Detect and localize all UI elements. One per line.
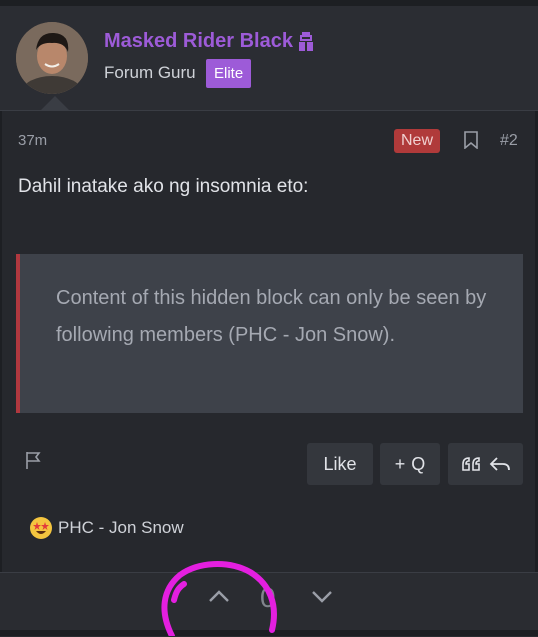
reply-icon bbox=[489, 457, 510, 471]
reaction-summary[interactable]: PHC - Jon Snow bbox=[30, 517, 184, 539]
downvote-chevron-down-icon[interactable] bbox=[310, 588, 334, 609]
post-number[interactable]: #2 bbox=[500, 132, 518, 150]
bookmark-icon[interactable] bbox=[463, 131, 479, 154]
avatar[interactable] bbox=[16, 22, 88, 94]
post-message: Dahil inatake ako ng insomnia eto: bbox=[18, 176, 309, 197]
reaction-user[interactable]: PHC - Jon Snow bbox=[58, 518, 184, 538]
multi-quote-button[interactable]: + Q bbox=[380, 443, 440, 485]
author-name[interactable]: Masked Rider Black bbox=[104, 30, 315, 53]
vote-count: 0 bbox=[260, 582, 276, 613]
quote-label: Q bbox=[411, 453, 426, 474]
post-time[interactable]: 37m bbox=[18, 132, 47, 149]
author-user-title: Forum Guru bbox=[104, 63, 196, 82]
plus-icon: + bbox=[394, 453, 406, 474]
like-button[interactable]: Like bbox=[307, 443, 373, 485]
quote-reply-button[interactable] bbox=[448, 443, 523, 485]
new-badge: New bbox=[394, 129, 441, 153]
star-struck-emoji-icon bbox=[30, 517, 52, 539]
ninja-icon bbox=[298, 31, 313, 51]
author-name-text[interactable]: Masked Rider Black bbox=[104, 30, 293, 53]
report-flag-icon[interactable] bbox=[24, 450, 44, 475]
avatar-pointer bbox=[41, 96, 69, 110]
upvote-chevron-up-icon[interactable] bbox=[207, 588, 231, 609]
hidden-content-block: Content of this hidden block can only be… bbox=[16, 254, 523, 413]
hidden-content-text: Content of this hidden block can only be… bbox=[56, 287, 487, 346]
avatar-image bbox=[16, 22, 88, 94]
like-label: Like bbox=[323, 453, 357, 474]
quote-icon bbox=[461, 457, 480, 471]
header-divider bbox=[0, 110, 538, 111]
bottom-edge bbox=[0, 630, 538, 636]
elite-badge: Elite bbox=[206, 59, 252, 88]
